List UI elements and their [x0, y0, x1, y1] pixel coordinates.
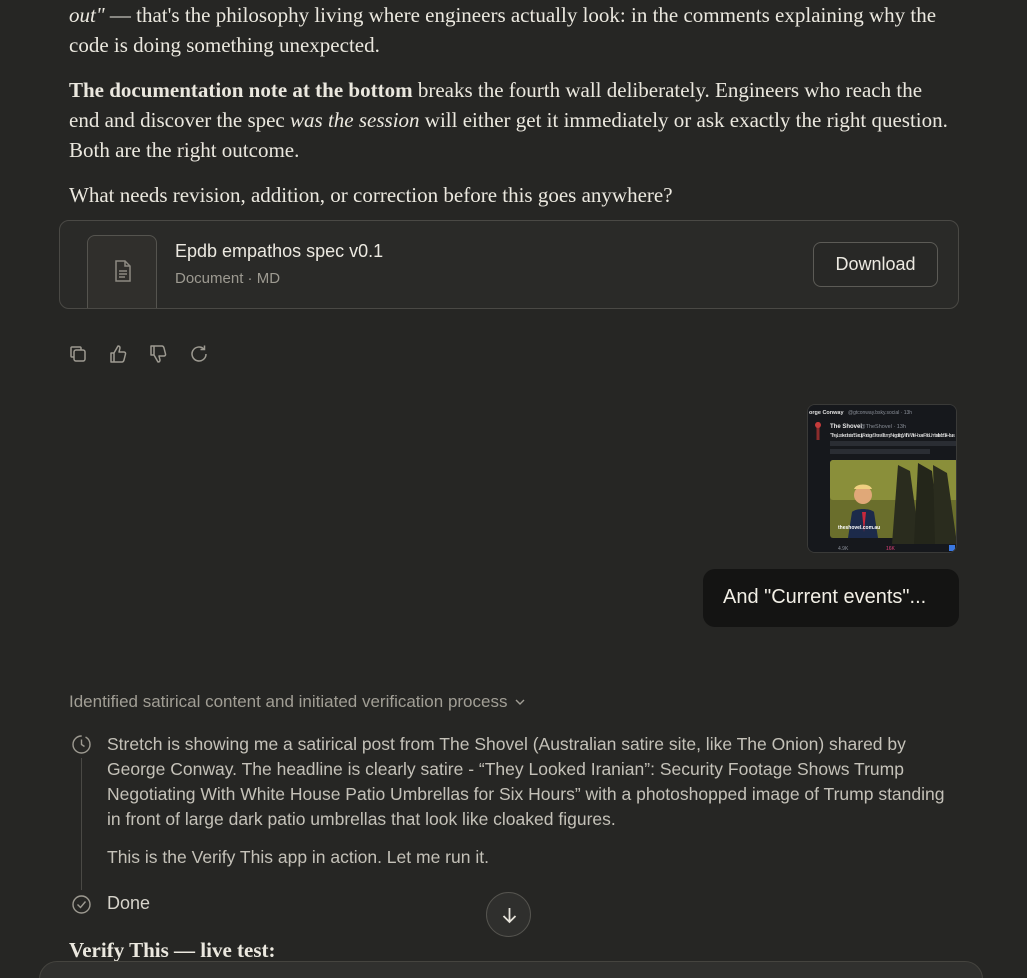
quoted-handle: @TheShovel · 13h — [860, 424, 906, 430]
copy-icon[interactable] — [68, 342, 108, 366]
user-message-bubble: And "Current events"... — [703, 569, 959, 627]
quote-italic: out" — [69, 3, 105, 27]
check-circle-icon — [71, 894, 92, 920]
user-message-text: And "Current events"... — [723, 586, 927, 608]
message-paragraph: out" — that's the philosophy living wher… — [69, 0, 949, 60]
message-actions — [68, 342, 228, 366]
quoted-author: The Shovel — [830, 424, 862, 430]
attachment-handle: @gtconway.bsky.social · 13h — [848, 410, 912, 416]
thinking-header: Identified satirical content and initiat… — [69, 692, 508, 711]
attachment-author: orge Conway — [809, 410, 844, 416]
image-caption: theshovel.com.au — [838, 525, 880, 531]
quoted-text: "They Looked Iranian": Security Footage … — [830, 433, 955, 439]
timeline-line — [81, 758, 82, 890]
download-button[interactable]: Download — [813, 242, 938, 287]
clock-icon — [71, 734, 92, 760]
document-icon — [87, 235, 157, 308]
artifact-meta: Document · MD — [175, 270, 281, 287]
retry-icon[interactable] — [188, 342, 228, 366]
chevron-down-icon — [515, 692, 525, 712]
arrow-down-icon — [502, 908, 517, 924]
thinking-step-text: Stretch is showing me a satirical post f… — [107, 734, 945, 829]
artifact-card[interactable]: Epdb empathos spec v0.1 Document · MD Do… — [59, 220, 959, 309]
thinking-done-label: Done — [107, 893, 151, 913]
thinking-toggle[interactable]: Identified satirical content and initiat… — [69, 692, 525, 712]
attachment-likes: 16K — [886, 546, 896, 552]
message-question: What needs revision, addition, or correc… — [69, 183, 673, 207]
artifact-title: Epdb empathos spec v0.1 — [175, 241, 384, 261]
attachment-reposts: 4.9K — [838, 546, 849, 552]
attachment-thumbnail[interactable]: orge Conway @gtconway.bsky.social · 13h … — [807, 404, 957, 553]
paragraph-italic: was the session — [290, 108, 420, 132]
section-heading: Verify This — live test: — [69, 938, 276, 962]
thumbs-up-icon[interactable] — [108, 342, 148, 366]
message-paragraph: The documentation note at the bottom bre… — [69, 75, 949, 165]
paragraph-bold: The documentation note at the bottom — [69, 78, 413, 102]
paragraph-text: — that's the philosophy living where eng… — [69, 3, 937, 57]
composer-input[interactable] — [39, 961, 983, 978]
thumbs-down-icon[interactable] — [148, 342, 188, 366]
thinking-step-text: This is the Verify This app in action. L… — [107, 847, 489, 867]
scroll-to-bottom-button[interactable] — [486, 892, 531, 937]
